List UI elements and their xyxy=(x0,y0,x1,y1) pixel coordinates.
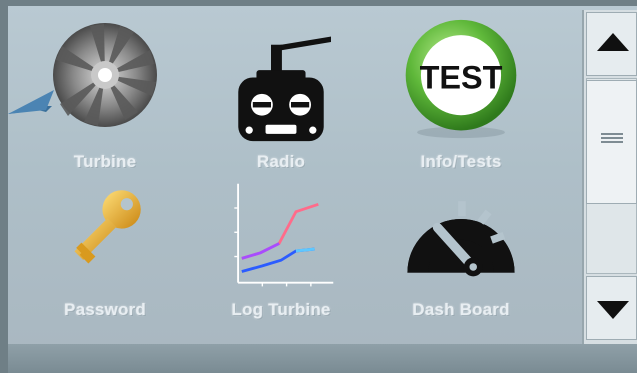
bottom-bezel xyxy=(8,344,637,373)
radio-transmitter-icon xyxy=(238,36,331,142)
dash-board-tile[interactable]: Dash Board xyxy=(386,184,536,334)
triangle-down-icon xyxy=(597,301,629,319)
radio-label: Radio xyxy=(256,152,306,171)
password-tile[interactable]: Password xyxy=(30,184,180,334)
test-badge-icon: TEST xyxy=(405,19,517,139)
key-icon xyxy=(74,190,141,264)
triangle-up-icon xyxy=(597,33,629,51)
gauge-icon xyxy=(407,201,515,277)
scroll-thumb[interactable] xyxy=(586,80,637,204)
grip-lines-icon xyxy=(601,133,623,145)
log-turbine-tile[interactable]: Log Turbine xyxy=(206,183,356,334)
info-tests-label: Info/Tests xyxy=(420,152,502,171)
log-turbine-label: Log Turbine xyxy=(231,300,331,319)
dash-board-label: Dash Board xyxy=(412,300,510,319)
vertical-scrollbar[interactable] xyxy=(582,10,637,344)
turbine-label: Turbine xyxy=(73,152,137,171)
test-badge-text: TEST xyxy=(420,59,503,95)
scroll-up-button[interactable] xyxy=(586,12,637,76)
scroll-down-button[interactable] xyxy=(586,276,637,340)
password-label: Password xyxy=(64,300,146,319)
screen: Turbine Radio TEST Info/Tests Password L… xyxy=(8,6,637,373)
turbine-tile[interactable]: Turbine xyxy=(30,14,180,171)
line-chart-icon xyxy=(234,183,334,287)
info-tests-tile[interactable]: TEST Info/Tests xyxy=(386,14,536,171)
radio-tile[interactable]: Radio xyxy=(206,14,356,171)
turbine-icon xyxy=(53,23,157,127)
